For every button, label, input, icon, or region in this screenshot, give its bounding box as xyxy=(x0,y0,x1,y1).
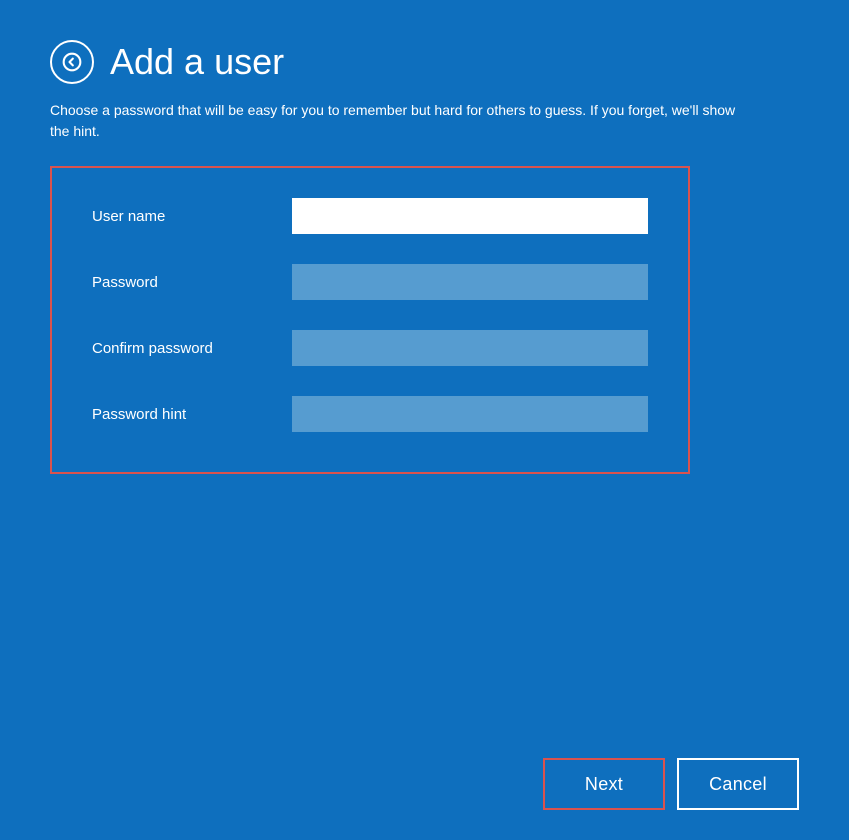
buttons-area: Next Cancel xyxy=(543,758,799,810)
page-container: Add a user Choose a password that will b… xyxy=(0,0,849,840)
password-row: Password xyxy=(92,264,648,300)
password-hint-input[interactable] xyxy=(292,396,648,432)
confirm-password-label: Confirm password xyxy=(92,340,292,357)
confirm-password-input[interactable] xyxy=(292,330,648,366)
cancel-button[interactable]: Cancel xyxy=(677,758,799,810)
form-container: User name Password Confirm password Pass… xyxy=(50,166,690,474)
password-hint-row: Password hint xyxy=(92,396,648,432)
header: Add a user xyxy=(50,40,799,84)
subtitle: Choose a password that will be easy for … xyxy=(50,100,750,142)
back-button[interactable] xyxy=(50,40,94,84)
password-label: Password xyxy=(92,274,292,291)
username-label: User name xyxy=(92,208,292,225)
password-input[interactable] xyxy=(292,264,648,300)
username-row: User name xyxy=(92,198,648,234)
confirm-password-row: Confirm password xyxy=(92,330,648,366)
next-button[interactable]: Next xyxy=(543,758,665,810)
password-hint-label: Password hint xyxy=(92,406,292,423)
page-title: Add a user xyxy=(110,41,284,83)
username-input[interactable] xyxy=(292,198,648,234)
